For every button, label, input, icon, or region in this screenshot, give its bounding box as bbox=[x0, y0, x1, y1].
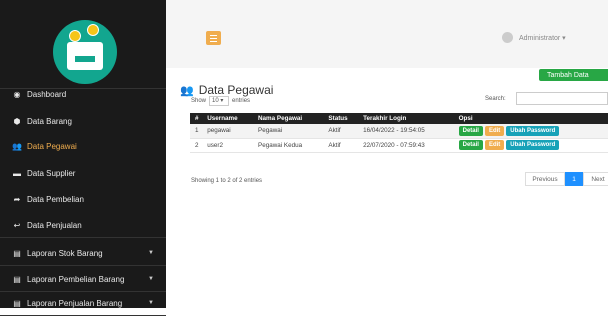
table-cell: Aktif bbox=[323, 124, 359, 139]
file-icon: ▤ bbox=[13, 248, 21, 258]
dashboard-icon: ◉ bbox=[13, 89, 21, 99]
sidebar-item-data-barang[interactable]: ⬢ Data Barang bbox=[0, 109, 166, 133]
sidebar-item-laporan-pembelian-barang[interactable]: ▤ Laporan Pembelian Barang ▼ bbox=[0, 267, 166, 291]
table-row: 1 pegawai Pegawai Aktif 16/04/2022 - 19:54:0… bbox=[190, 124, 608, 139]
sidebar-item-laporan-stok-barang[interactable]: ▤ Laporan Stok Barang ▼ bbox=[0, 241, 166, 265]
table-cell: Aktif bbox=[323, 138, 359, 153]
employee-table: # Username Nama Pegawai Status Terakhir Logi… bbox=[190, 113, 608, 153]
sidebar-item-data-penjualan[interactable]: ↩ Data Penjualan bbox=[0, 213, 166, 237]
chevron-down-icon: ▼ bbox=[148, 300, 154, 306]
sidebar: ◉ Dashboard ⬢ Data Barang 👥 Data Pegawai ▬ Data… bbox=[0, 0, 166, 316]
column-header[interactable]: Opsi bbox=[453, 113, 608, 124]
actions-cell: Detail Edit Ubah Password bbox=[453, 124, 608, 139]
previous-button[interactable]: Previous bbox=[525, 172, 565, 186]
page-title: 👥 Data Pegawai bbox=[180, 83, 274, 97]
column-header[interactable]: Status bbox=[323, 113, 359, 124]
share-icon: ➦ bbox=[13, 194, 21, 204]
truck-icon: ▬ bbox=[13, 168, 21, 178]
table-cell: pegawai bbox=[202, 124, 253, 139]
cubes-icon: ⬢ bbox=[13, 116, 21, 126]
sidebar-item-data-pegawai[interactable]: 👥 Data Pegawai bbox=[0, 134, 166, 158]
sidebar-item-label: Laporan Penjualan Barang bbox=[27, 298, 123, 308]
sidebar-item-label: Data Supplier bbox=[27, 168, 76, 178]
add-data-button[interactable]: Tambah Data bbox=[539, 69, 608, 81]
menu-toggle-button[interactable] bbox=[206, 31, 221, 45]
users-icon: 👥 bbox=[12, 141, 22, 151]
file-icon: ▤ bbox=[13, 298, 21, 308]
sidebar-item-label: Data Penjualan bbox=[27, 220, 82, 230]
users-icon: 👥 bbox=[180, 84, 194, 97]
page-1-button[interactable]: 1 bbox=[565, 172, 583, 186]
reply-icon: ↩ bbox=[13, 220, 21, 230]
table-info: Showing 1 to 2 of 2 entries bbox=[191, 178, 263, 184]
edit-button[interactable]: Edit bbox=[484, 125, 505, 136]
sidebar-item-label: Data Barang bbox=[27, 116, 72, 126]
column-header[interactable]: Terakhir Login bbox=[358, 113, 454, 124]
entries-select[interactable]: 10 ▾ bbox=[209, 96, 230, 106]
table-cell: 16/04/2022 - 19:54:05 bbox=[358, 124, 454, 139]
change-password-button[interactable]: Ubah Password bbox=[506, 125, 560, 136]
table-cell: 22/07/2020 - 07:59:43 bbox=[358, 138, 454, 153]
sidebar-item-laporan-penjualan-barang[interactable]: ▤ Laporan Penjualan Barang ▼ bbox=[0, 291, 166, 315]
sidebar-item-label: Data Pegawai bbox=[27, 141, 77, 151]
sidebar-item-data-supplier[interactable]: ▬ Data Supplier bbox=[0, 161, 166, 185]
avatar bbox=[502, 32, 513, 43]
entries-control: Show 10 ▾ entries bbox=[191, 96, 251, 106]
sidebar-item-dashboard[interactable]: ◉ Dashboard bbox=[0, 82, 166, 106]
sidebar-item-data-pembelian[interactable]: ➦ Data Pembelian bbox=[0, 187, 166, 211]
user-name: Administrator ▾ bbox=[519, 34, 566, 42]
column-header[interactable]: # bbox=[190, 113, 203, 124]
change-password-button[interactable]: Ubah Password bbox=[506, 140, 560, 150]
actions-cell: Detail Edit Ubah Password bbox=[453, 138, 608, 153]
file-icon: ▤ bbox=[13, 274, 21, 284]
app-logo bbox=[53, 20, 117, 84]
table-cell: user2 bbox=[202, 138, 253, 153]
detail-button[interactable]: Detail bbox=[458, 125, 483, 136]
search-input[interactable] bbox=[516, 92, 608, 105]
chevron-down-icon: ▼ bbox=[148, 276, 154, 282]
table-cell: Pegawai Kedua bbox=[253, 138, 324, 153]
column-header[interactable]: Nama Pegawai bbox=[253, 113, 324, 124]
column-header[interactable]: Username bbox=[202, 113, 253, 124]
sidebar-item-label: Laporan Stok Barang bbox=[27, 248, 103, 258]
table-cell: 2 bbox=[190, 138, 203, 153]
table-cell: Pegawai bbox=[253, 124, 324, 139]
detail-button[interactable]: Detail bbox=[458, 140, 483, 150]
search-label: Search: bbox=[485, 96, 506, 102]
sidebar-item-label: Laporan Pembelian Barang bbox=[27, 274, 125, 284]
sidebar-item-label: Data Pembelian bbox=[27, 194, 84, 204]
chevron-down-icon: ▼ bbox=[148, 250, 154, 256]
next-button[interactable]: Next bbox=[583, 172, 608, 186]
top-navbar: Administrator ▾ bbox=[166, 0, 608, 68]
sidebar-item-label: Dashboard bbox=[27, 89, 67, 99]
edit-button[interactable]: Edit bbox=[484, 140, 505, 150]
table-row: 2 user2 Pegawai Kedua Aktif 22/07/2020 - 07:… bbox=[190, 138, 608, 153]
table-cell: 1 bbox=[190, 124, 203, 139]
user-menu[interactable]: Administrator ▾ bbox=[502, 32, 566, 43]
